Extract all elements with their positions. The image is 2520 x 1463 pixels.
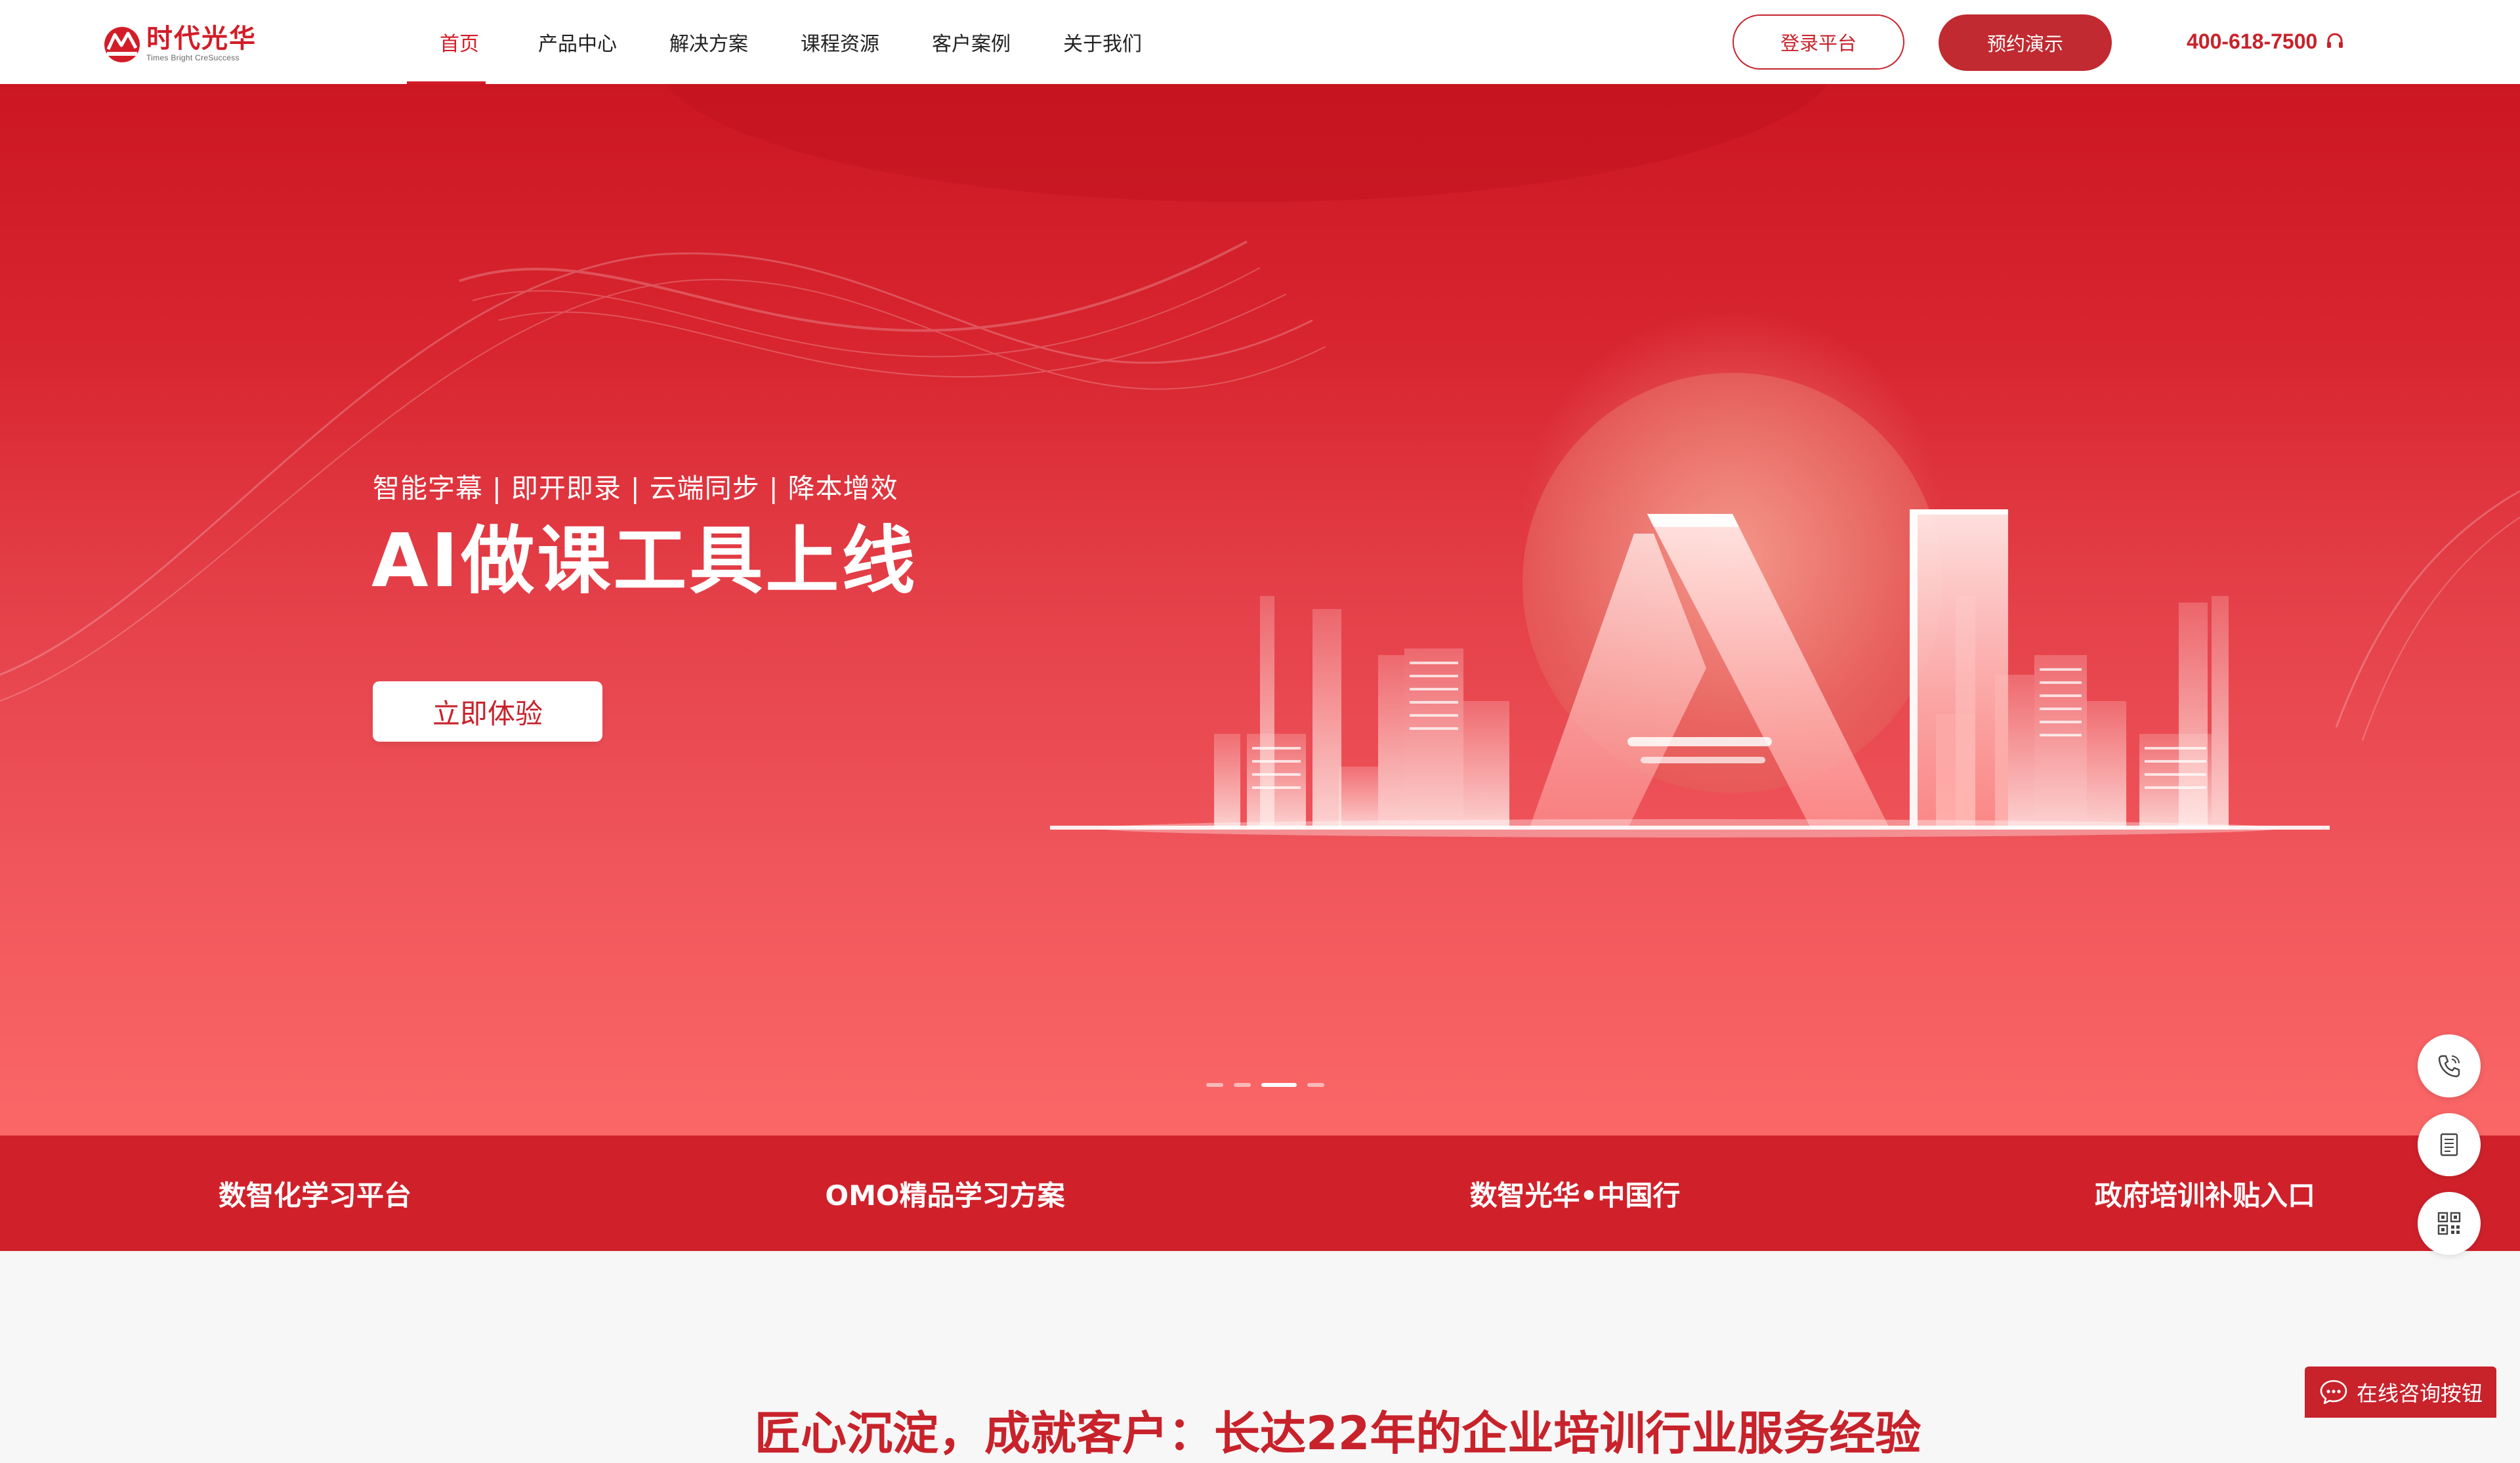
nav-item-courses[interactable]: 课程资源	[774, 0, 906, 84]
headset-icon	[2327, 33, 2343, 48]
chat-bubble-icon	[2320, 1380, 2347, 1405]
feature-china-tour[interactable]: 数智光华•中国行	[1260, 1135, 1890, 1251]
nav-item-solutions[interactable]: 解决方案	[643, 0, 774, 84]
nav-item-home[interactable]: 首页	[407, 0, 512, 84]
float-phone-button[interactable]	[2418, 1034, 2481, 1097]
hotline[interactable]: 400-618-7500	[2187, 24, 2345, 59]
nav-item-products[interactable]: 产品中心	[512, 0, 643, 84]
hero-banner[interactable]: 智能字幕 | 即开即录 | 云端同步 | 降本增效 AI做课工具上线 立即体验	[0, 84, 2520, 1135]
online-consult-label: 在线咨询按钮	[2356, 1381, 2483, 1406]
hero-title: AI做课工具上线	[371, 519, 918, 604]
nav-item-about[interactable]: 关于我们	[1037, 0, 1168, 84]
brand-name-en: Times Bright CreSuccess	[146, 53, 240, 62]
carousel-dot[interactable]	[1206, 1083, 1223, 1087]
try-now-button[interactable]: 立即体验	[373, 681, 602, 742]
book-demo-button[interactable]: 预约演示	[1939, 14, 2112, 71]
feature-learning-platform[interactable]: 数智化学习平台	[0, 1135, 630, 1251]
logo-icon	[104, 27, 140, 62]
carousel-indicators	[1206, 1083, 1324, 1087]
hero-tagline: 智能字幕 | 即开即录 | 云端同步 | 降本增效	[373, 473, 898, 504]
main-nav: 首页 产品中心 解决方案 课程资源 客户案例 关于我们	[407, 0, 1168, 84]
carousel-dot[interactable]	[1307, 1083, 1324, 1087]
site-header: 时代光华 Times Bright CreSuccess 首页 产品中心 解决方…	[0, 0, 2520, 84]
ai-city-illustration	[1050, 373, 2330, 838]
brand-name-cn: 时代光华	[146, 24, 257, 54]
nav-item-cases[interactable]: 客户案例	[906, 0, 1037, 84]
float-qrcode-button[interactable]	[2418, 1192, 2481, 1255]
feature-omo-solution[interactable]: OMO精品学习方案	[630, 1135, 1260, 1251]
online-consult-button[interactable]: 在线咨询按钮	[2305, 1367, 2496, 1418]
hotline-number: 400-618-7500	[2187, 29, 2318, 53]
section-title: 匠心沉淀，成就客户：长达22年的企业培训行业服务经验	[755, 1407, 1922, 1460]
brand-logo[interactable]: 时代光华 Times Bright CreSuccess	[102, 22, 257, 64]
feature-bar: 数智化学习平台 OMO精品学习方案 数智光华•中国行 政府培训补贴入口	[0, 1135, 2520, 1251]
qrcode-icon	[2437, 1212, 2461, 1235]
phone-icon	[2438, 1055, 2460, 1078]
carousel-dot[interactable]	[1234, 1083, 1251, 1087]
login-button[interactable]: 登录平台	[1732, 14, 1904, 70]
float-document-button[interactable]	[2418, 1113, 2481, 1176]
document-icon	[2440, 1133, 2458, 1156]
carousel-dot-active[interactable]	[1261, 1083, 1297, 1087]
